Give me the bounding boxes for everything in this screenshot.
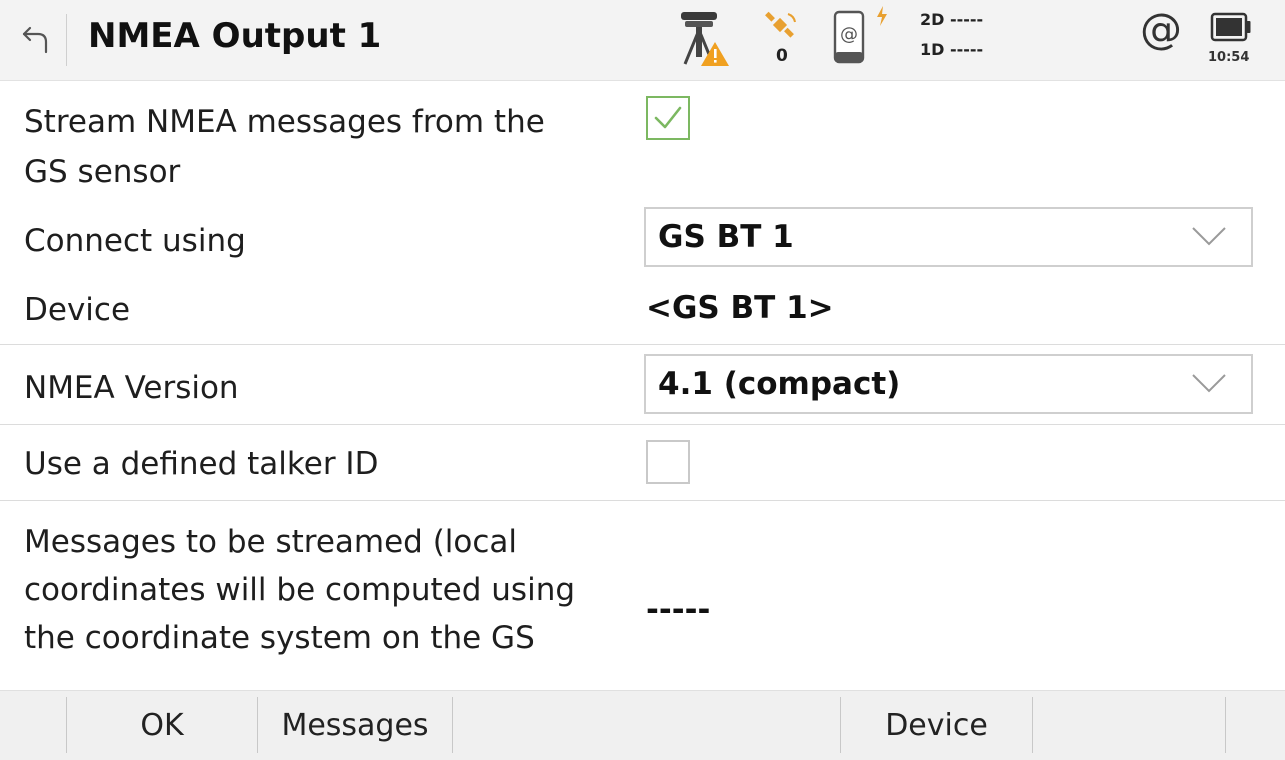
title-bar: NMEA Output 1 0 @ 2D ----- 1D ----- @ 10…: [0, 0, 1285, 81]
device-internet-icon[interactable]: @: [832, 10, 866, 70]
internet-at-icon[interactable]: @: [1140, 8, 1182, 50]
satellite-count: 0: [776, 46, 788, 66]
divider: [0, 344, 1285, 345]
nmea-version-dropdown[interactable]: 4.1 (compact): [644, 354, 1253, 414]
messages-value: -----: [646, 592, 711, 628]
chevron-down-icon: [1192, 227, 1226, 246]
connect-using-dropdown[interactable]: GS BT 1: [644, 207, 1253, 267]
gs-sensor-warning-icon[interactable]: [675, 8, 735, 74]
satellite-icon[interactable]: [764, 10, 798, 46]
connect-using-label: Connect using: [24, 223, 246, 259]
precision-2d: 2D -----: [920, 10, 984, 29]
device-value: <GS BT 1>: [646, 290, 834, 326]
divider: [0, 500, 1285, 501]
messages-button[interactable]: Messages: [258, 691, 452, 760]
back-arrow-icon[interactable]: [20, 22, 52, 58]
battery-icon[interactable]: [1210, 12, 1252, 48]
talker-id-label: Use a defined talker ID: [24, 446, 379, 482]
empty-softkey[interactable]: [453, 691, 840, 760]
device-label: Device: [24, 292, 131, 328]
nmea-version-label: NMEA Version: [24, 370, 239, 406]
precision-1d: 1D -----: [920, 40, 984, 59]
svg-text:@: @: [840, 24, 858, 45]
title-separator: [66, 14, 67, 66]
softkey-bar: OK Messages Device: [0, 690, 1285, 760]
stream-label-line1: Stream NMEA messages from the: [24, 104, 545, 140]
lightning-icon: [876, 6, 888, 30]
checkmark-icon: [654, 106, 682, 129]
device-button[interactable]: Device: [841, 691, 1032, 760]
messages-label-line2: coordinates will be computed using: [24, 572, 576, 608]
messages-label-line3: the coordinate system on the GS: [24, 620, 535, 656]
ok-button[interactable]: OK: [67, 691, 257, 760]
page-title: NMEA Output 1: [88, 16, 382, 56]
stream-nmea-checkbox[interactable]: [646, 96, 690, 140]
stream-label-line2: GS sensor: [24, 154, 181, 190]
divider: [0, 424, 1285, 425]
clock-time: 10:54: [1208, 50, 1250, 65]
chevron-down-icon: [1192, 374, 1226, 393]
empty-softkey[interactable]: [1033, 691, 1225, 760]
messages-label-line1: Messages to be streamed (local: [24, 524, 518, 560]
softkey-separator: [1225, 697, 1226, 753]
connect-using-value: GS BT 1: [658, 219, 794, 255]
talker-id-checkbox[interactable]: [646, 440, 690, 484]
nmea-version-value: 4.1 (compact): [658, 366, 901, 402]
